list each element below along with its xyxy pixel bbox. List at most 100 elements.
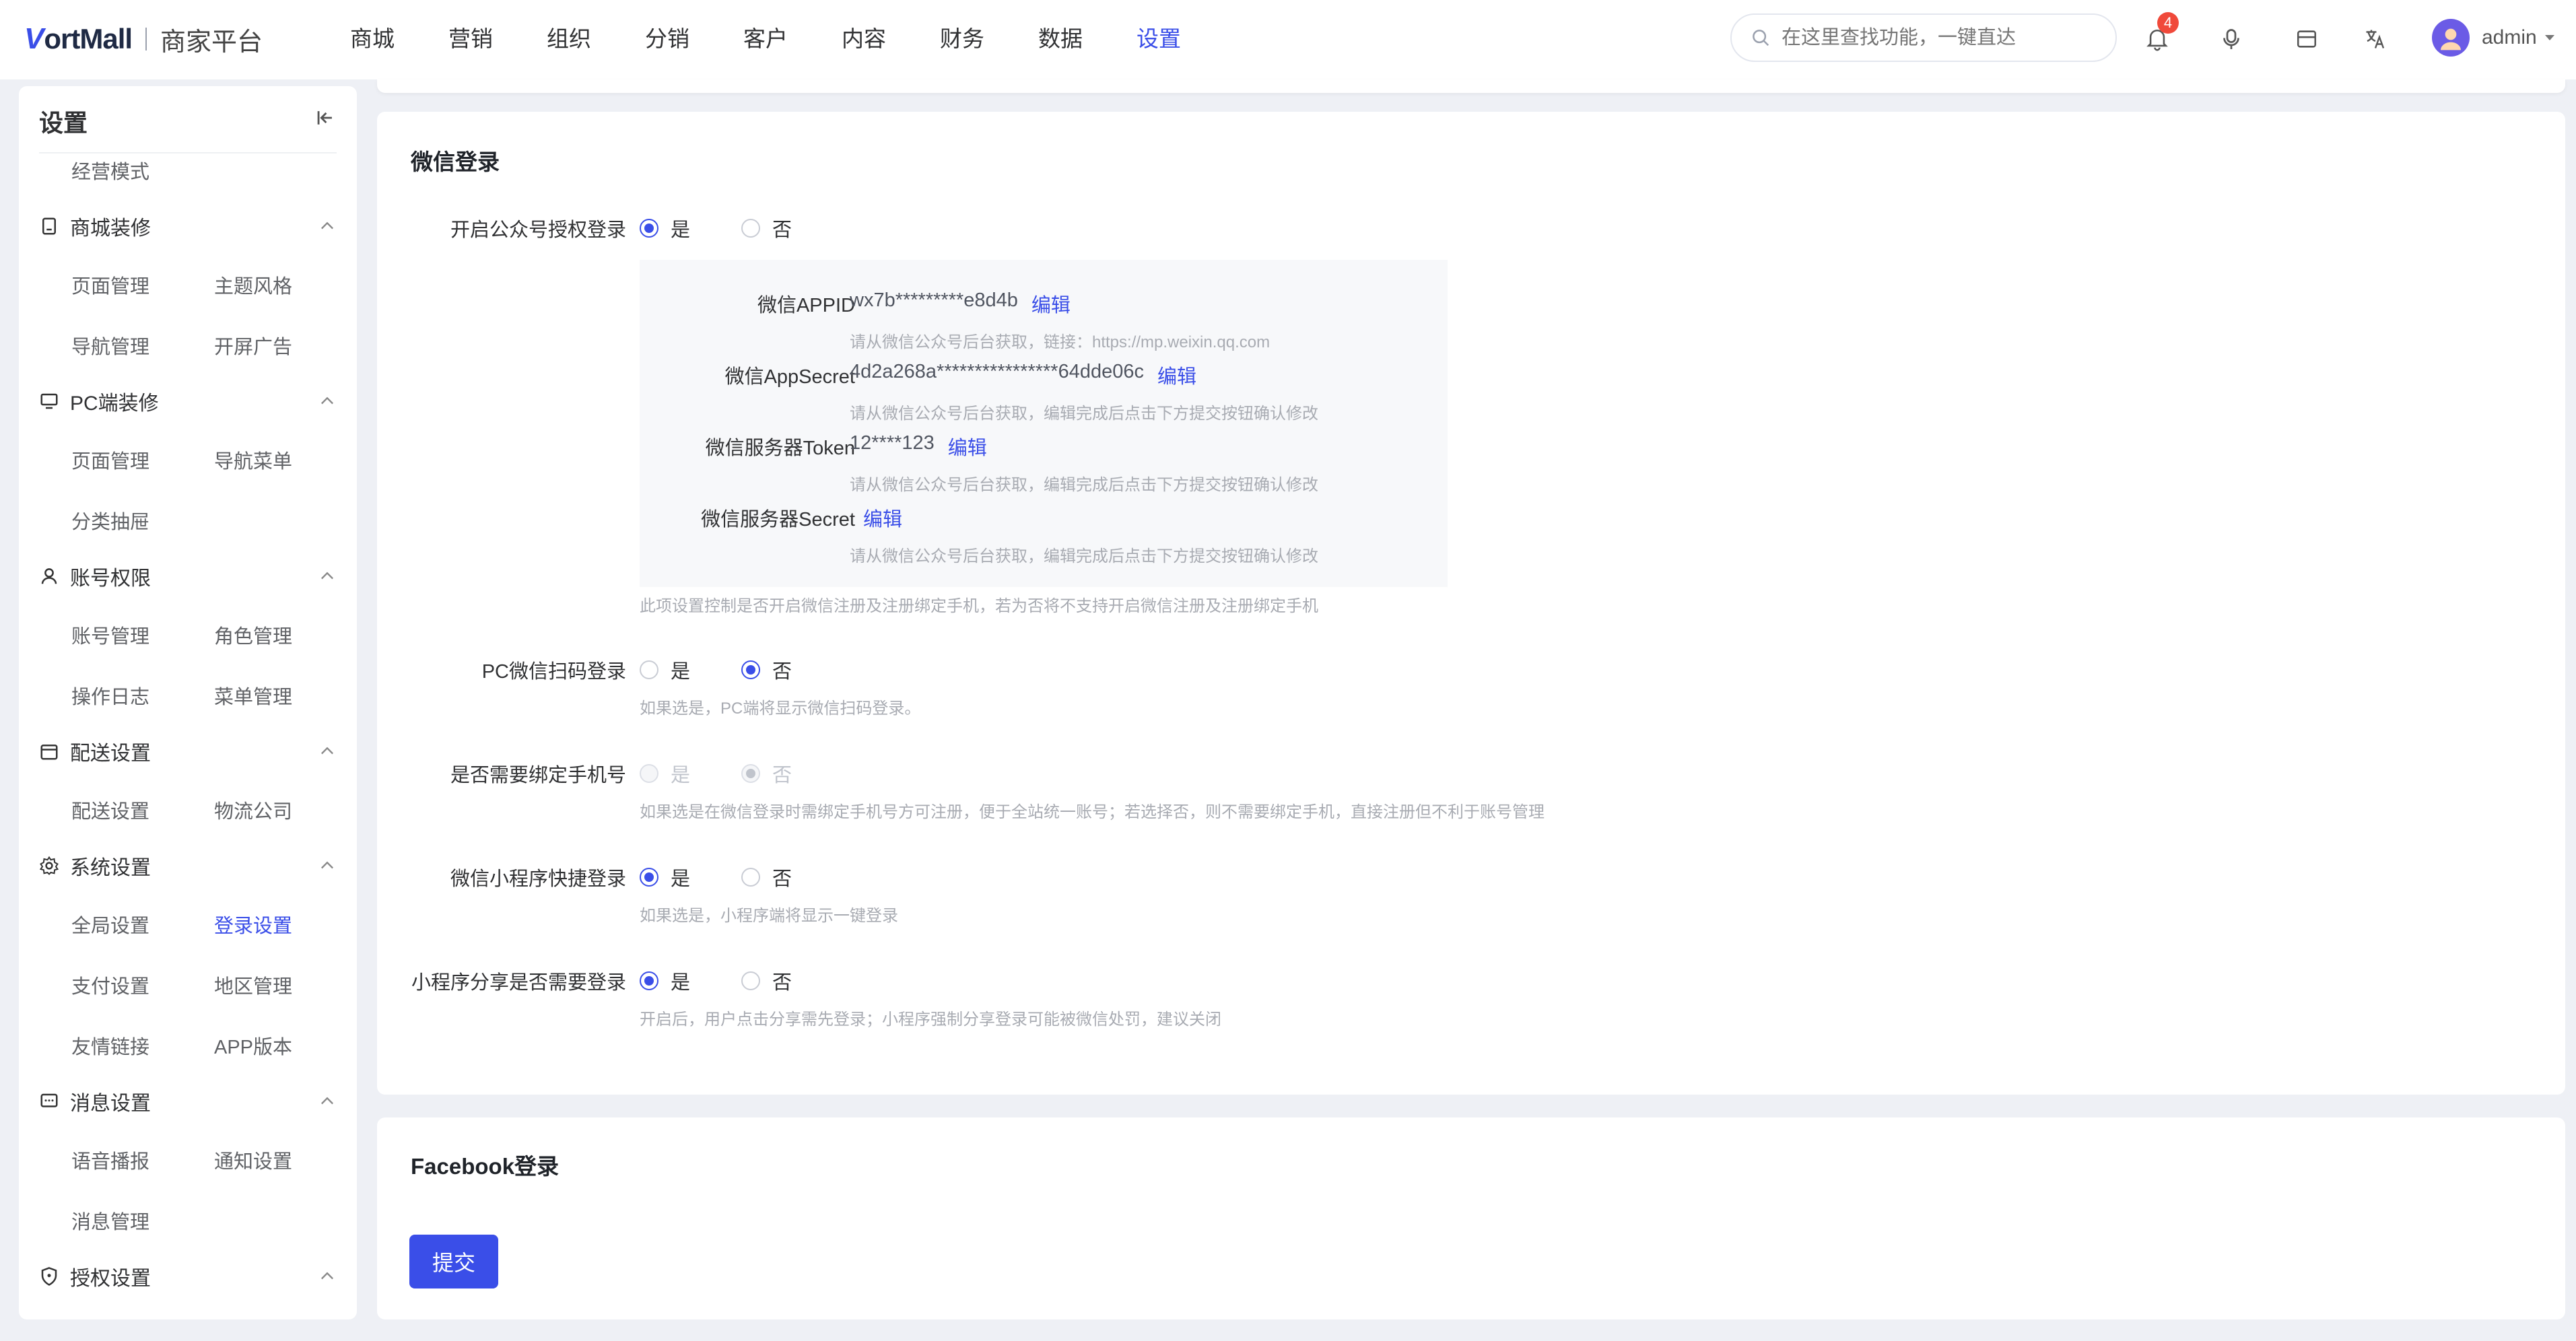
sidebar-link-message-manage[interactable]: 消息管理 xyxy=(71,1206,149,1235)
nav-item-marketing[interactable]: 营销 xyxy=(448,20,493,58)
global-search[interactable] xyxy=(1730,13,2117,62)
sidebar-divider xyxy=(39,152,337,153)
sidebar-link-page-manage[interactable]: 页面管理 xyxy=(71,271,149,299)
chevron-up-icon xyxy=(321,572,333,580)
token-value: 12****123 xyxy=(850,432,935,454)
appid-edit-link[interactable]: 编辑 xyxy=(1031,289,1071,318)
bind-phone-hint: 如果选是在微信登录时需绑定手机号方可注册，便于全站统一账号；若选择否，则不需要绑… xyxy=(640,803,1545,821)
server-secret-edit-link[interactable]: 编辑 xyxy=(863,504,902,532)
user-menu[interactable]: admin xyxy=(2432,19,2556,57)
avatar xyxy=(2432,19,2470,57)
server-secret-label: 微信服务器Secret xyxy=(701,509,855,530)
sidebar-link-business-mode[interactable]: 经营模式 xyxy=(71,156,149,184)
bind-phone-no-radio: 否 xyxy=(741,759,792,788)
sidebar-link-region-manage[interactable]: 地区管理 xyxy=(214,971,292,999)
oauth-yes-radio[interactable]: 是 xyxy=(640,214,690,242)
sidebar-link-pc-page-manage[interactable]: 页面管理 xyxy=(71,446,149,474)
sidebar-link-nav-menu[interactable]: 导航菜单 xyxy=(214,446,292,474)
sidebar-link-notification-settings[interactable]: 通知设置 xyxy=(214,1146,292,1174)
sidebar-link-logistics-company[interactable]: 物流公司 xyxy=(214,796,292,824)
sidebar-group-message[interactable]: 消息设置 xyxy=(39,1081,337,1122)
translate-button[interactable] xyxy=(2358,22,2393,57)
sidebar-group-pc-decoration[interactable]: PC端装修 xyxy=(39,381,337,421)
sidebar-link-splash-ad[interactable]: 开屏广告 xyxy=(214,331,292,359)
sidebar-link-delivery-settings[interactable]: 配送设置 xyxy=(71,796,149,824)
radio-label: 否 xyxy=(772,219,792,241)
radio-label: 否 xyxy=(772,972,792,994)
token-edit-link[interactable]: 编辑 xyxy=(948,432,987,460)
mini-share-yes-radio[interactable]: 是 xyxy=(640,967,690,995)
sidebar-link-theme-style[interactable]: 主题风格 xyxy=(214,271,292,299)
collapse-sidebar-icon[interactable] xyxy=(314,106,337,129)
sidebar-link-category-drawer[interactable]: 分类抽屉 xyxy=(71,506,149,535)
sidebar-link-payment-settings[interactable]: 支付设置 xyxy=(71,971,149,999)
radio-label: 是 xyxy=(671,219,691,241)
sidebar-link-voice-broadcast[interactable]: 语音播报 xyxy=(71,1146,149,1174)
bind-phone-yes-radio: 是 xyxy=(640,759,690,788)
radio-circle xyxy=(741,219,761,238)
username: admin xyxy=(2482,26,2537,48)
brand-subtitle: 商家平台 xyxy=(160,28,263,57)
clipboard-icon xyxy=(42,217,56,235)
sidebar-link-menu-manage[interactable]: 菜单管理 xyxy=(214,681,292,710)
sidebar-group-mall-decoration[interactable]: 商城装修 xyxy=(39,206,337,246)
microphone-icon xyxy=(2223,29,2239,49)
sidebar-group-account-permission[interactable]: 账号权限 xyxy=(39,556,337,596)
sidebar-link-app-version[interactable]: APP版本 xyxy=(214,1031,292,1060)
mini-quick-no-radio[interactable]: 否 xyxy=(741,863,792,891)
chevron-up-icon xyxy=(321,221,333,230)
search-icon xyxy=(1753,30,1769,46)
sidebar-group-title: 配送设置 xyxy=(70,743,151,765)
store-button[interactable] xyxy=(2289,22,2324,57)
sidebar-group-delivery[interactable]: 配送设置 xyxy=(39,731,337,771)
radio-label: 否 xyxy=(772,661,792,683)
nav-item-customers[interactable]: 客户 xyxy=(743,20,788,58)
brand-logo[interactable]: V ortMall 商家平台 xyxy=(24,19,263,59)
sidebar-link-login-settings[interactable]: 登录设置 xyxy=(214,910,292,938)
pc-scan-label: PC微信扫码登录 xyxy=(481,661,626,683)
nav-item-settings[interactable]: 设置 xyxy=(1137,20,1181,58)
caret-down-icon xyxy=(2544,35,2554,40)
notification-button[interactable]: 4 xyxy=(2140,12,2179,57)
server-secret-hint: 请从微信公众号后台获取，编辑完成后点击下方提交按钮确认修改 xyxy=(850,547,1318,565)
radio-circle xyxy=(640,660,658,679)
oauth-no-radio[interactable]: 否 xyxy=(741,214,792,242)
voice-button[interactable] xyxy=(2214,22,2249,57)
nav-item-distribution[interactable]: 分销 xyxy=(645,20,689,58)
submit-button[interactable]: 提交 xyxy=(409,1235,498,1288)
mini-share-login-label: 小程序分享是否需要登录 xyxy=(411,972,626,994)
token-hint: 请从微信公众号后台获取，编辑完成后点击下方提交按钮确认修改 xyxy=(850,476,1318,494)
appsecret-value-row: 4d2a268a****************64dde06c 编辑 xyxy=(850,361,1196,389)
pc-scan-yes-radio[interactable]: 是 xyxy=(640,656,690,684)
nav-item-mall[interactable]: 商城 xyxy=(350,20,395,58)
sidebar-link-friend-links[interactable]: 友情链接 xyxy=(71,1031,149,1060)
sidebar-link-account-manage[interactable]: 账号管理 xyxy=(71,621,149,649)
pc-scan-no-radio[interactable]: 否 xyxy=(741,656,792,684)
nav-item-content[interactable]: 内容 xyxy=(842,20,886,58)
translate-icon xyxy=(2366,30,2385,48)
appsecret-edit-link[interactable]: 编辑 xyxy=(1157,361,1196,389)
sidebar-group-title: 账号权限 xyxy=(70,568,151,590)
sidebar-link-nav-manage[interactable]: 导航管理 xyxy=(71,331,149,359)
sidebar-link-role-manage[interactable]: 角色管理 xyxy=(214,621,292,649)
nav-item-data[interactable]: 数据 xyxy=(1038,20,1083,58)
calendar-icon xyxy=(40,745,58,760)
nav-item-organization[interactable]: 组织 xyxy=(547,20,591,58)
shield-icon xyxy=(41,1267,57,1286)
mini-share-no-radio[interactable]: 否 xyxy=(741,967,792,995)
bind-phone-radio-group: 是 否 xyxy=(640,759,843,788)
pc-scan-radio-group: 是 否 xyxy=(640,656,843,684)
sidebar-link-global-settings[interactable]: 全局设置 xyxy=(71,910,149,938)
sidebar-link-operation-log[interactable]: 操作日志 xyxy=(71,681,149,710)
mini-quick-yes-radio[interactable]: 是 xyxy=(640,863,690,891)
sidebar-group-system[interactable]: 系统设置 xyxy=(39,846,337,886)
brand-name: ortMall xyxy=(44,23,133,55)
user-icon xyxy=(41,568,57,584)
nav-item-finance[interactable]: 财务 xyxy=(940,20,984,58)
top-bar: V ortMall 商家平台 商城 营销 组织 分销 客户 内容 财务 数据 设… xyxy=(0,0,2576,79)
token-label: 微信服务器Token xyxy=(705,438,855,459)
radio-circle-checked xyxy=(640,219,658,238)
sidebar-group-authorization[interactable]: 授权设置 xyxy=(39,1256,337,1297)
oauth-login-radio-group: 是 否 xyxy=(640,214,843,242)
search-input[interactable] xyxy=(1780,26,2099,50)
